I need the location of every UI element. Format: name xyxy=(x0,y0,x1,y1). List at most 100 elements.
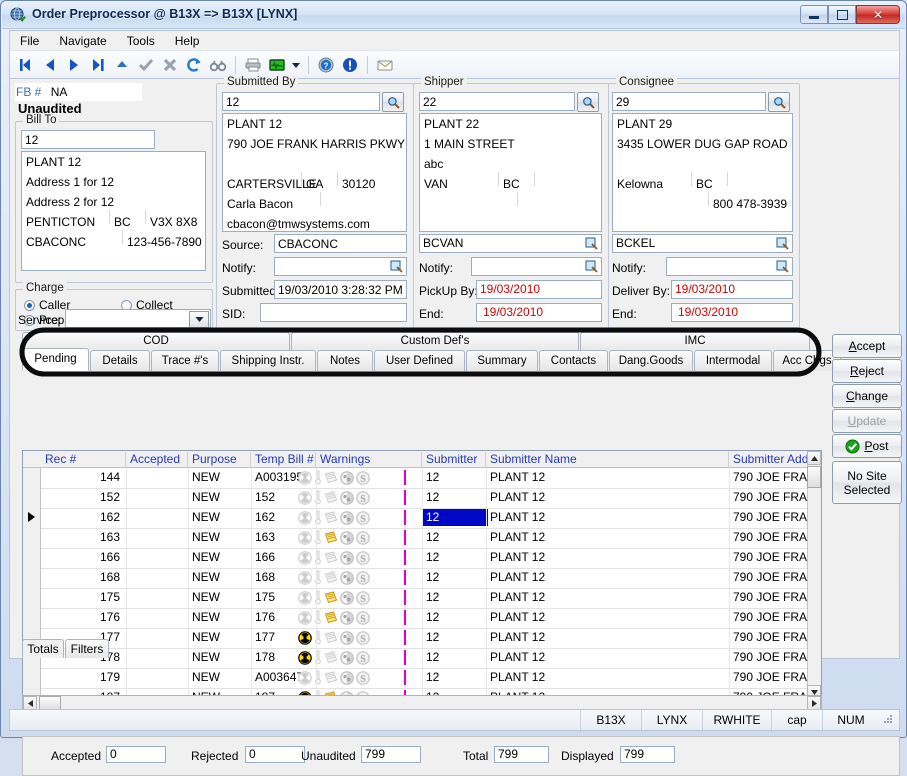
cell-purpose[interactable]: NEW xyxy=(188,550,249,564)
cell-purpose[interactable]: NEW xyxy=(188,630,249,644)
sort-ascending-icon[interactable] xyxy=(110,53,134,77)
confirm-check-icon[interactable] xyxy=(134,53,158,77)
tab-filters[interactable]: Filters xyxy=(65,639,109,658)
cell-submitter[interactable]: 12 xyxy=(422,570,484,584)
cell-purpose[interactable]: NEW xyxy=(188,530,249,544)
consignee-notify-field[interactable] xyxy=(666,257,793,276)
table-row[interactable]: 162NEW16212PLANT 12790 JOE FRANK HS xyxy=(23,508,821,529)
change-button[interactable]: Change xyxy=(832,384,902,408)
resize-grip-icon[interactable] xyxy=(882,713,896,727)
cell-warnings[interactable]: S xyxy=(298,510,404,525)
previous-record-icon[interactable] xyxy=(38,53,62,77)
print-icon[interactable] xyxy=(241,53,265,77)
tab-acc-chgs[interactable]: Acc Chgs xyxy=(773,350,841,371)
cell-warnings[interactable]: S xyxy=(298,630,404,645)
table-row[interactable]: 168NEW16812PLANT 12790 JOE FRANK HS xyxy=(23,568,821,589)
row-selector-cell[interactable] xyxy=(23,528,41,548)
cell-submitter-name[interactable]: PLANT 12 xyxy=(486,530,727,544)
scroll-thumb[interactable] xyxy=(807,466,821,488)
cell-submitter-name[interactable]: PLANT 12 xyxy=(486,490,727,504)
consignee-code-input[interactable] xyxy=(612,92,766,111)
table-row[interactable]: 144NEWA00319512PLANT 12790 JOE FRANK HS xyxy=(23,468,821,489)
row-selector-cell[interactable] xyxy=(23,468,41,488)
submitted-input[interactable] xyxy=(274,280,407,299)
cell-rec[interactable]: 179 xyxy=(41,670,120,684)
grid-header-rec[interactable]: Rec # xyxy=(41,452,126,468)
cell-submitter[interactable]: 12 xyxy=(422,550,484,564)
tab-pending[interactable]: Pending xyxy=(22,348,89,371)
cell-submitter[interactable]: 12 xyxy=(422,509,488,526)
table-row[interactable]: 175NEW17512PLANT 12790 JOE FRANK HS xyxy=(23,588,821,609)
post-button[interactable]: Post xyxy=(832,434,902,458)
row-selector-cell[interactable] xyxy=(23,488,41,508)
close-button[interactable]: ✕ xyxy=(856,5,900,24)
cell-submitter-name[interactable]: PLANT 12 xyxy=(486,630,727,644)
consignee-notify-lookup-icon[interactable] xyxy=(775,259,790,273)
cell-submitter-address[interactable]: 790 JOE FRANK H xyxy=(729,550,807,564)
cell-rec[interactable]: 163 xyxy=(41,530,120,544)
grid-header-warnings[interactable]: Warnings xyxy=(316,452,422,468)
chevron-down-icon[interactable] xyxy=(189,311,209,328)
row-selector-cell[interactable] xyxy=(23,588,41,608)
cell-submitter-name[interactable]: PLANT 12 xyxy=(486,570,727,584)
cell-submitter[interactable]: 12 xyxy=(422,470,484,484)
refresh-icon[interactable] xyxy=(182,53,206,77)
radio-caller[interactable] xyxy=(24,300,35,311)
tab-details[interactable]: Details xyxy=(90,350,150,371)
row-selector-cell[interactable] xyxy=(23,608,41,628)
cell-warnings[interactable]: S xyxy=(298,650,404,665)
cell-submitter-address[interactable]: 790 JOE FRANK H xyxy=(729,570,807,584)
shipper-code-input[interactable] xyxy=(419,92,575,111)
charge-option-caller[interactable]: Caller xyxy=(24,298,70,312)
tab-contacts[interactable]: Contacts xyxy=(539,350,608,371)
cell-submitter-address[interactable]: 790 JOE FRANK H xyxy=(729,490,807,504)
table-row[interactable]: 179NEWA00364712PLANT 12790 JOE FRANK HS xyxy=(23,668,821,689)
mail-icon[interactable] xyxy=(373,53,397,77)
cell-warnings[interactable]: S xyxy=(298,550,404,565)
cell-purpose[interactable]: NEW xyxy=(188,670,249,684)
shipper-code2-lookup-icon[interactable] xyxy=(584,236,599,250)
service-select[interactable] xyxy=(65,309,211,328)
submitted-by-notify-field[interactable] xyxy=(274,257,407,276)
cell-rec[interactable]: 168 xyxy=(41,570,120,584)
monitor-icon[interactable] xyxy=(265,53,289,77)
delete-x-icon[interactable] xyxy=(158,53,182,77)
table-row[interactable]: 178NEW17812PLANT 12790 JOE FRANK HS xyxy=(23,648,821,669)
info-icon[interactable] xyxy=(338,53,362,77)
consignee-end-field[interactable]: 19/03/2010 xyxy=(671,303,793,322)
cell-warnings[interactable]: S xyxy=(298,670,404,685)
top-tab-custom-def-s[interactable]: Custom Def's xyxy=(291,332,579,350)
cell-submitter-address[interactable]: 790 JOE FRANK H xyxy=(729,590,807,604)
reject-button[interactable]: Reject xyxy=(832,359,902,383)
cell-submitter-address[interactable]: 790 JOE FRANK H xyxy=(729,530,807,544)
cell-submitter-name[interactable]: PLANT 12 xyxy=(486,470,727,484)
row-selector-cell[interactable] xyxy=(23,508,41,528)
tab-shipping-instr[interactable]: Shipping Instr. xyxy=(220,350,316,371)
cell-rec[interactable]: 144 xyxy=(41,470,120,484)
minimize-button[interactable] xyxy=(800,5,828,24)
cell-submitter[interactable]: 12 xyxy=(422,530,484,544)
cell-submitter[interactable]: 12 xyxy=(422,610,484,624)
dropdown-arrow-icon[interactable] xyxy=(289,53,303,77)
cell-rec[interactable]: 176 xyxy=(41,610,120,624)
cell-purpose[interactable]: NEW xyxy=(188,490,249,504)
grid-header-submitter[interactable]: Submitter xyxy=(422,452,486,468)
shipper-end-field[interactable]: 19/03/2010 xyxy=(476,303,602,322)
table-row[interactable]: 166NEW16612PLANT 12790 JOE FRANK HS xyxy=(23,548,821,569)
cell-purpose[interactable]: NEW xyxy=(188,510,249,524)
cell-submitter-address[interactable]: 790 JOE FRANK H xyxy=(729,630,807,644)
cell-submitter-name[interactable]: PLANT 12 xyxy=(486,550,727,564)
cell-submitter-address[interactable]: 790 JOE FRANK H xyxy=(729,470,807,484)
shipper-notify-lookup-icon[interactable] xyxy=(584,259,599,273)
cell-submitter[interactable]: 12 xyxy=(422,630,484,644)
next-record-icon[interactable] xyxy=(62,53,86,77)
menu-item-file[interactable]: File xyxy=(10,32,49,50)
cell-purpose[interactable]: NEW xyxy=(188,610,249,624)
first-record-icon[interactable] xyxy=(14,53,38,77)
grid-vertical-scrollbar[interactable] xyxy=(807,451,821,699)
scroll-up-arrow-icon[interactable] xyxy=(807,451,821,465)
source-input[interactable] xyxy=(274,234,407,253)
cell-purpose[interactable]: NEW xyxy=(188,650,249,664)
tab-summary[interactable]: Summary xyxy=(466,350,538,371)
cell-warnings[interactable]: S xyxy=(298,570,404,585)
